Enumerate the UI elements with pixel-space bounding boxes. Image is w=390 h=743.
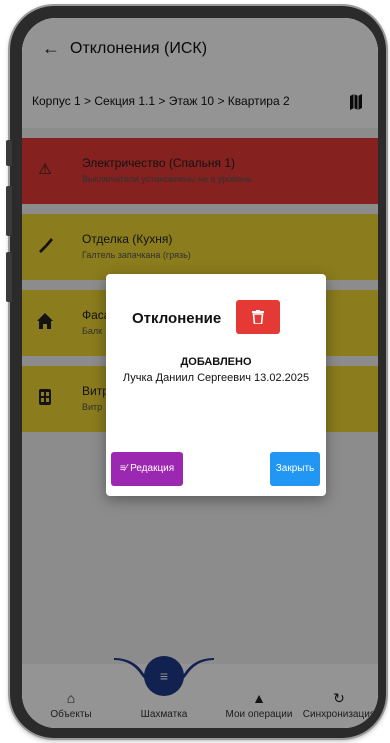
edit-button-label: Редакция	[130, 463, 175, 474]
author-date: Лучка Даниил Сергеевич 13.02.2025	[122, 372, 310, 384]
phone-side-button	[6, 186, 12, 236]
phone-side-button	[6, 140, 12, 166]
phone-side-button	[6, 252, 12, 302]
deviation-dialog: Отклонение ДОБАВЛЕНО Лучка Даниил Сергее…	[106, 274, 326, 496]
phone-frame: ← Отклонения (ИСК) Корпус 1 > Секция 1.1…	[10, 6, 386, 738]
status-label: ДОБАВЛЕНО	[180, 356, 252, 368]
edit-list-icon: ≡⁄	[119, 463, 128, 474]
trash-icon	[252, 309, 264, 325]
app-screen: ← Отклонения (ИСК) Корпус 1 > Секция 1.1…	[22, 18, 378, 728]
delete-button[interactable]	[236, 300, 280, 334]
edit-button[interactable]: ≡⁄ Редакция	[111, 452, 183, 486]
close-button[interactable]: Закрыть	[270, 452, 320, 486]
dialog-title: Отклонение	[132, 310, 222, 327]
